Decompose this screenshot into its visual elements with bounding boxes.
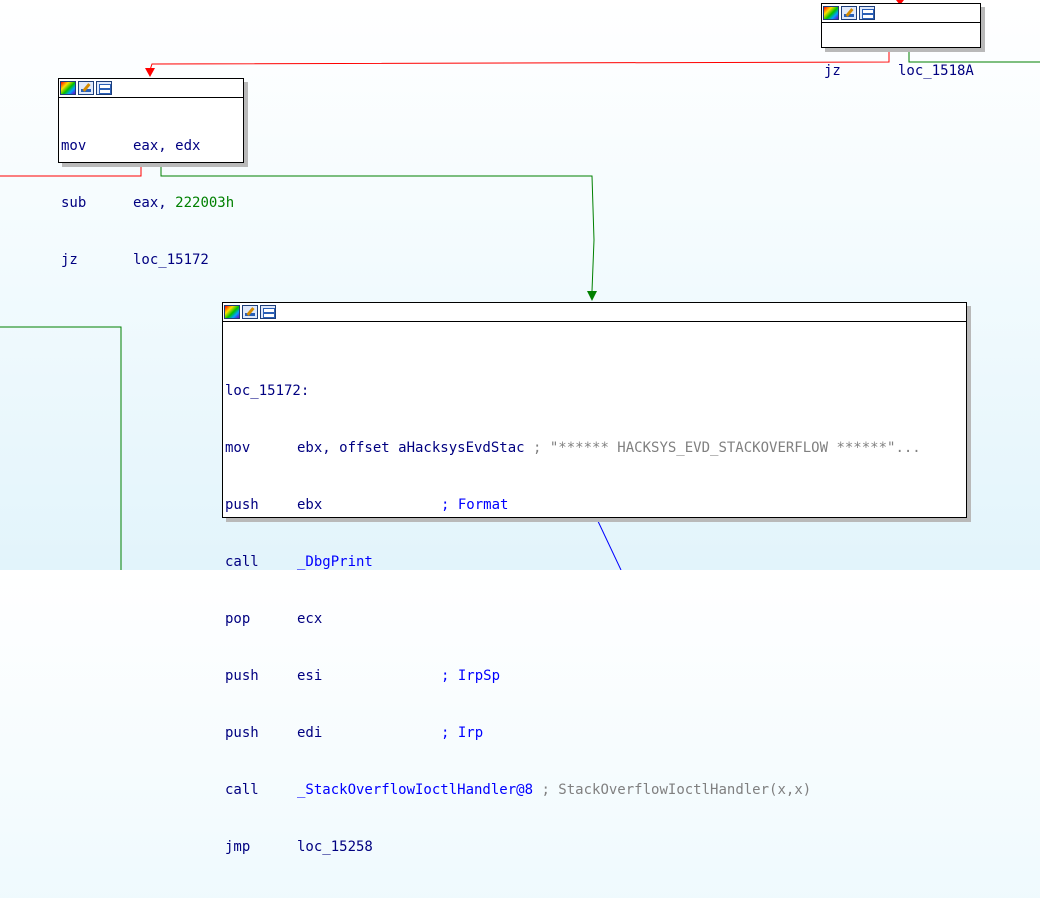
instruction-row[interactable]: push esi ; IrpSp bbox=[225, 667, 964, 686]
comment: ; IrpSp bbox=[441, 668, 501, 684]
graph-view-icon[interactable] bbox=[260, 305, 276, 319]
instruction-row[interactable]: push ebx ; Format bbox=[225, 496, 964, 515]
jump-target[interactable]: loc_15172 bbox=[133, 252, 209, 268]
mnemonic: jz bbox=[824, 63, 841, 79]
block-titlebar bbox=[822, 4, 980, 23]
mnemonic: push bbox=[225, 725, 259, 741]
mnemonic: jmp bbox=[225, 839, 251, 855]
mnemonic: push bbox=[225, 497, 259, 513]
mnemonic: push bbox=[225, 668, 259, 684]
graph-view-icon[interactable] bbox=[859, 6, 875, 20]
rename-edit-icon[interactable] bbox=[78, 81, 94, 95]
mnemonic: mov bbox=[225, 440, 251, 456]
instruction-row[interactable]: call _StackOverflowIoctlHandler@8 ; Stack… bbox=[225, 781, 964, 800]
code-block-jz-loc-1518a[interactable]: jz loc_1518A bbox=[821, 3, 981, 79]
mnemonic: call bbox=[225, 554, 259, 570]
edge-false-to-sub-node bbox=[149, 47, 890, 71]
jump-target[interactable]: loc_15258 bbox=[297, 839, 373, 855]
operand: edi bbox=[297, 725, 323, 741]
color-palette-icon[interactable] bbox=[60, 81, 76, 95]
operand: esi bbox=[297, 668, 323, 684]
function-name[interactable]: _StackOverflowIoctlHandler@8 bbox=[297, 782, 533, 798]
mnemonic: pop bbox=[225, 611, 251, 627]
instruction-row[interactable]: jz loc_1518A bbox=[824, 62, 978, 81]
graph-view-icon[interactable] bbox=[96, 81, 112, 95]
operand: eax, bbox=[133, 195, 167, 211]
block-titlebar bbox=[223, 303, 966, 322]
instruction-row[interactable]: sub eax, 222003h bbox=[61, 194, 241, 213]
instruction-row[interactable]: pop ecx bbox=[225, 610, 964, 629]
color-palette-icon[interactable] bbox=[224, 305, 240, 319]
immediate-value: 222003h bbox=[175, 195, 235, 211]
instruction-row[interactable]: push edi ; Irp bbox=[225, 724, 964, 743]
block-code: loc_15172: mov ebx, offset aHacksysEvdSta… bbox=[223, 322, 966, 898]
operand: eax, bbox=[133, 138, 167, 154]
function-name[interactable]: _DbgPrint bbox=[297, 554, 373, 570]
instruction-row[interactable]: call _DbgPrint bbox=[225, 553, 964, 572]
mnemonic: sub bbox=[61, 195, 87, 211]
block-code: jz loc_1518A bbox=[822, 23, 980, 122]
code-block-sub-222003h[interactable]: mov eax, edx sub eax, 222003h jz loc_15172 bbox=[58, 78, 244, 268]
block-code: mov eax, edx sub eax, 222003h jz loc_15172 bbox=[59, 98, 243, 311]
comment: ; Format bbox=[441, 497, 509, 513]
code-block-loc-15172[interactable]: loc_15172: mov ebx, offset aHacksysEvdSta… bbox=[222, 302, 967, 855]
operand: ecx bbox=[297, 611, 323, 627]
instruction-row[interactable]: jmp loc_15258 bbox=[225, 838, 964, 857]
block-titlebar bbox=[59, 79, 243, 98]
mnemonic: mov bbox=[61, 138, 87, 154]
instruction-row[interactable]: mov ebx, offset aHacksysEvdStac ; "******… bbox=[225, 439, 964, 458]
string-comment: ; "****** HACKSYS_EVD_STACKOVERFLOW ****… bbox=[533, 440, 921, 456]
operand[interactable]: ebx, offset aHacksysEvdStac bbox=[297, 440, 525, 456]
edge-true-arrowhead bbox=[587, 291, 597, 301]
edge-true-left-down bbox=[0, 326, 122, 570]
rename-edit-icon[interactable] bbox=[841, 6, 857, 20]
mnemonic: jz bbox=[61, 252, 78, 268]
rename-edit-icon[interactable] bbox=[242, 305, 258, 319]
color-palette-icon[interactable] bbox=[823, 6, 839, 20]
comment: ; StackOverflowIoctlHandler(x,x) bbox=[541, 782, 812, 798]
instruction-row[interactable]: jz loc_15172 bbox=[61, 251, 241, 270]
operand[interactable]: loc_1518A bbox=[898, 63, 974, 79]
location-label[interactable]: loc_15172: bbox=[225, 382, 964, 401]
instruction-row[interactable]: mov eax, edx bbox=[61, 137, 241, 156]
mnemonic: call bbox=[225, 782, 259, 798]
operand: ebx bbox=[297, 497, 323, 513]
comment: ; Irp bbox=[441, 725, 484, 741]
operand: edx bbox=[175, 138, 201, 154]
edge-false-arrowhead bbox=[145, 68, 155, 77]
